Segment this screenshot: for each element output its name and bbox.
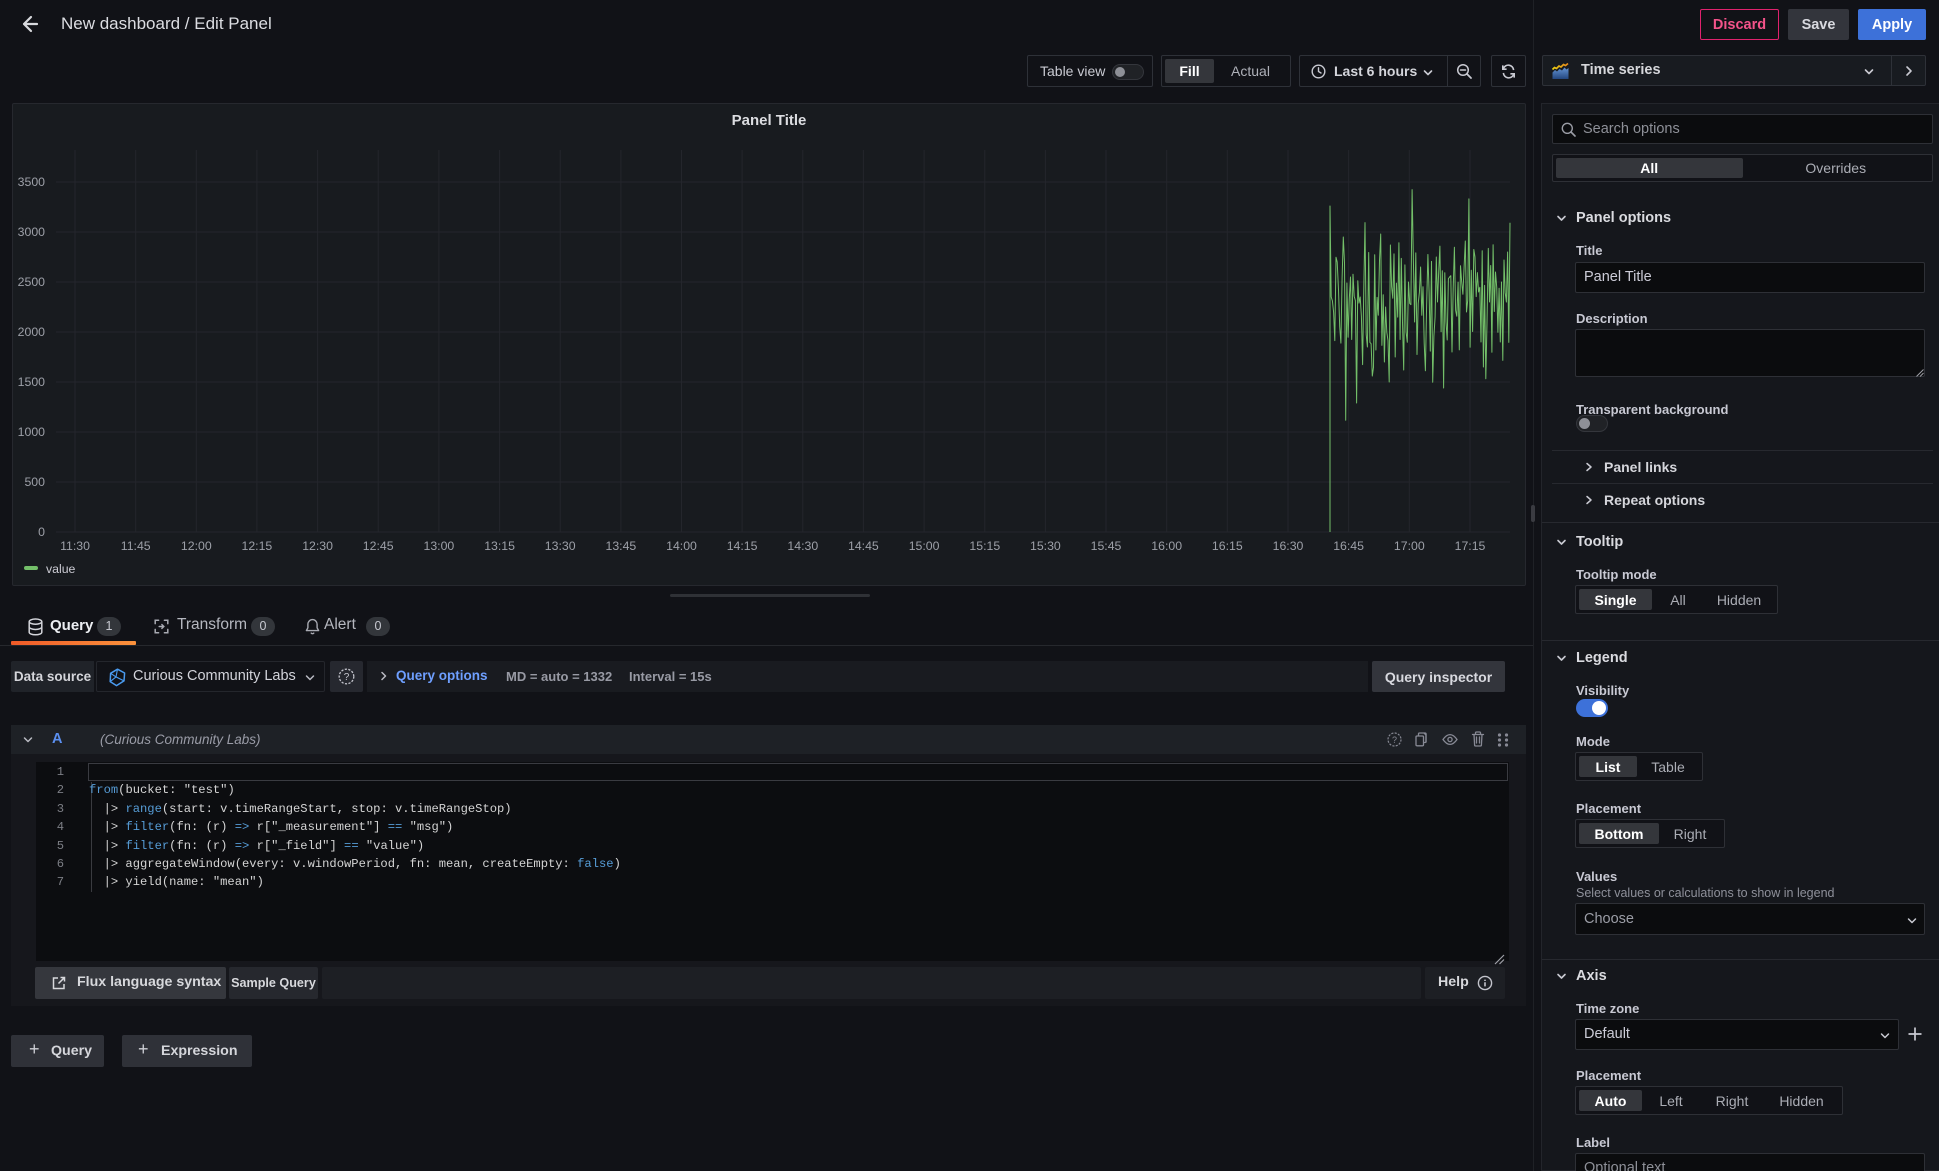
svg-text:2500: 2500 bbox=[18, 275, 46, 289]
svg-text:13:15: 13:15 bbox=[484, 539, 515, 553]
svg-text:13:45: 13:45 bbox=[606, 539, 637, 553]
svg-text:14:00: 14:00 bbox=[666, 539, 697, 553]
svg-text:11:45: 11:45 bbox=[121, 539, 151, 553]
svg-text:17:00: 17:00 bbox=[1394, 539, 1425, 553]
svg-text:500: 500 bbox=[24, 475, 45, 489]
svg-text:1500: 1500 bbox=[18, 375, 46, 389]
svg-text:?: ? bbox=[1392, 735, 1397, 745]
svg-text:15:45: 15:45 bbox=[1091, 539, 1122, 553]
svg-text:17:15: 17:15 bbox=[1455, 539, 1486, 553]
svg-text:15:00: 15:00 bbox=[909, 539, 940, 553]
svg-text:2000: 2000 bbox=[18, 325, 46, 339]
svg-text:14:30: 14:30 bbox=[787, 539, 818, 553]
svg-text:1000: 1000 bbox=[18, 425, 46, 439]
svg-text:0: 0 bbox=[38, 525, 45, 539]
svg-text:16:30: 16:30 bbox=[1273, 539, 1304, 553]
svg-text:12:45: 12:45 bbox=[363, 539, 394, 553]
svg-text:16:15: 16:15 bbox=[1212, 539, 1243, 553]
svg-text:13:30: 13:30 bbox=[545, 539, 576, 553]
svg-text:12:15: 12:15 bbox=[242, 539, 273, 553]
svg-text:16:00: 16:00 bbox=[1151, 539, 1182, 553]
svg-text:15:15: 15:15 bbox=[969, 539, 1000, 553]
svg-text:3000: 3000 bbox=[18, 225, 46, 239]
svg-text:value: value bbox=[46, 562, 76, 576]
svg-text:15:30: 15:30 bbox=[1030, 539, 1061, 553]
svg-text:12:00: 12:00 bbox=[181, 539, 212, 553]
svg-text:14:45: 14:45 bbox=[848, 539, 879, 553]
svg-text:12:30: 12:30 bbox=[302, 539, 333, 553]
svg-text:?: ? bbox=[344, 672, 350, 683]
svg-text:13:00: 13:00 bbox=[424, 539, 455, 553]
svg-text:11:30: 11:30 bbox=[60, 539, 90, 553]
svg-text:14:15: 14:15 bbox=[727, 539, 758, 553]
svg-text:3500: 3500 bbox=[18, 175, 46, 189]
svg-text:16:45: 16:45 bbox=[1333, 539, 1364, 553]
